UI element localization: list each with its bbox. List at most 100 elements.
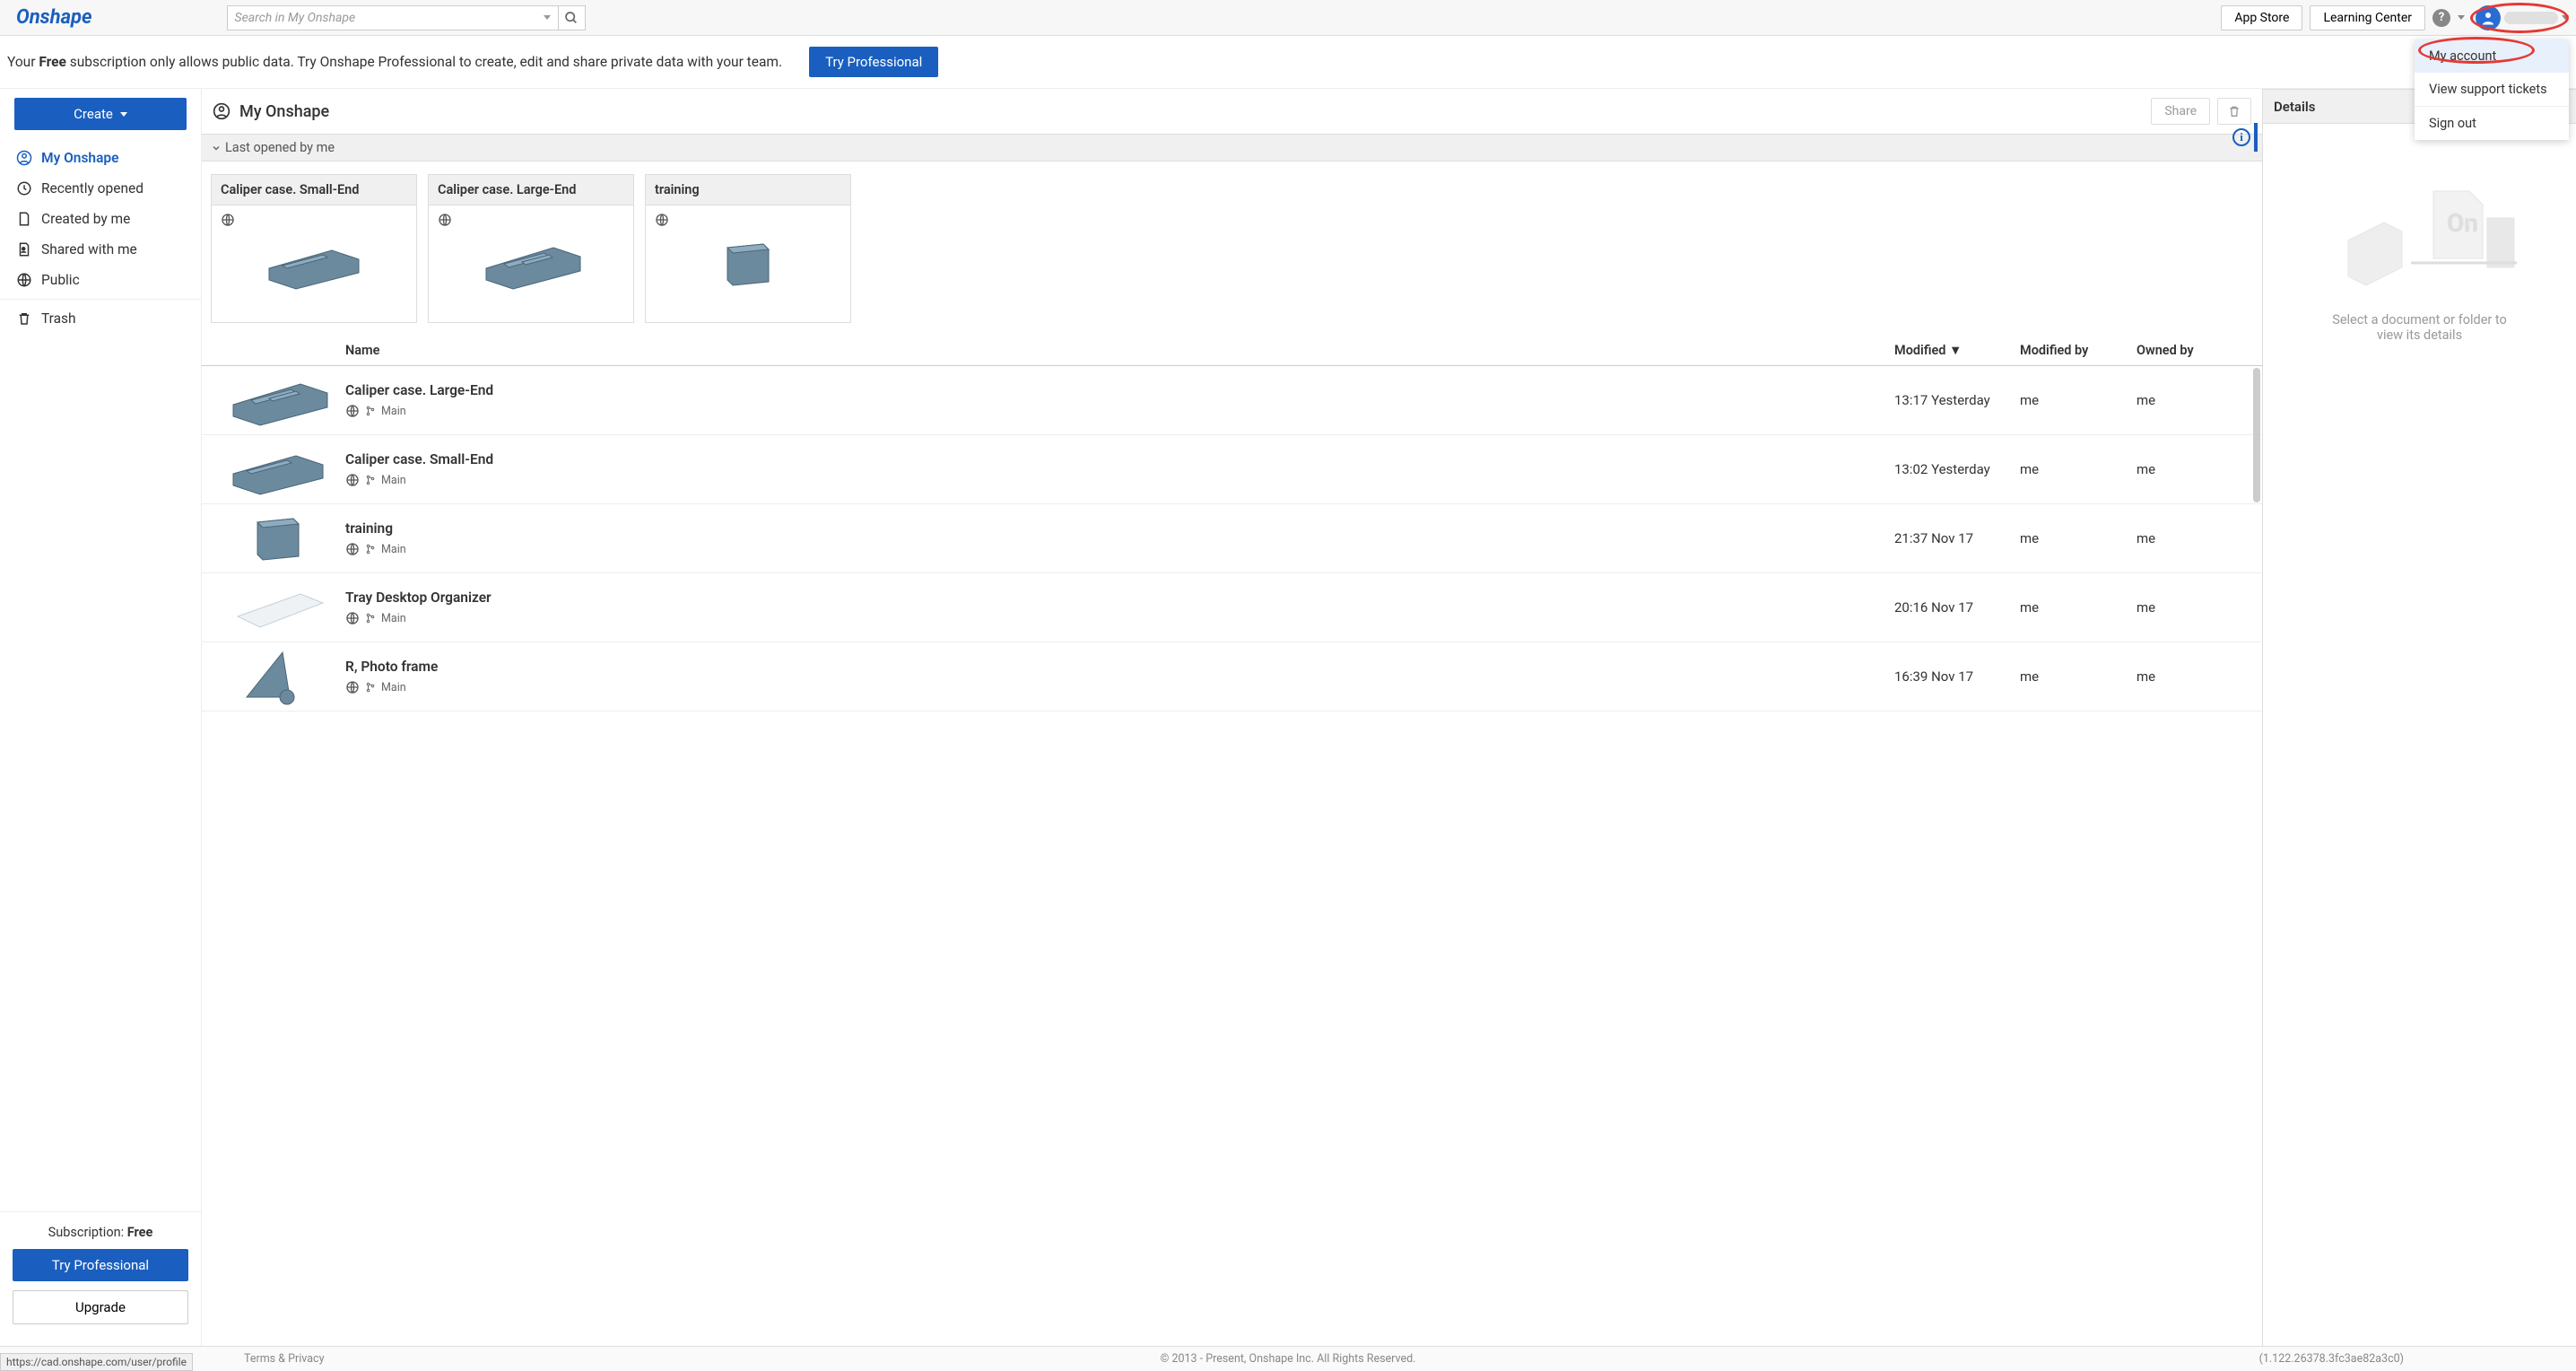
- user-dropdown-caret[interactable]: [2562, 15, 2569, 20]
- document-icon: [16, 211, 32, 227]
- branch-name: Main: [381, 681, 406, 694]
- globe-icon: [655, 213, 669, 227]
- document-card[interactable]: training: [645, 174, 851, 323]
- branch-icon: [365, 544, 376, 555]
- delete-button[interactable]: [2217, 98, 2251, 125]
- create-button[interactable]: Create: [14, 98, 187, 130]
- status-bar-url: https://cad.onshape.com/user/profile: [0, 1353, 193, 1371]
- sidebar: Create My Onshape Recently opened Create…: [0, 89, 202, 1346]
- username-placeholder: [2504, 12, 2558, 24]
- globe-icon: [345, 680, 360, 694]
- modified-by: me: [2020, 461, 2137, 477]
- nav-shared-with-me[interactable]: Shared with me: [0, 234, 201, 265]
- globe-icon: [345, 404, 360, 418]
- col-name[interactable]: Name: [345, 343, 1894, 358]
- nav-trash[interactable]: Trash: [0, 303, 201, 334]
- table-row[interactable]: Caliper case. Large-End Main 13:17 Yeste…: [202, 366, 2262, 435]
- sort-selector[interactable]: Last opened by me: [202, 134, 2262, 162]
- col-modified[interactable]: Modified ▼: [1894, 343, 2020, 358]
- search-input[interactable]: Search in My Onshape: [227, 5, 559, 31]
- footer-terms-link[interactable]: Terms & Privacy: [244, 1352, 325, 1366]
- modified-date: 20:16 Nov 17: [1894, 599, 2020, 616]
- modified-date: 21:37 Nov 17: [1894, 530, 2020, 546]
- user-dropdown-menu: My account View support tickets Sign out: [2415, 39, 2569, 140]
- modified-by: me: [2020, 668, 2137, 685]
- document-name: Caliper case. Small-End: [345, 451, 1894, 467]
- app-store-button[interactable]: App Store: [2221, 5, 2302, 31]
- scrollbar[interactable]: [2253, 368, 2260, 502]
- details-panel: i Details ✕ On Select a document or fold…: [2262, 89, 2576, 1346]
- owned-by: me: [2137, 392, 2253, 408]
- svg-text:On: On: [2447, 208, 2478, 238]
- footer-copyright: © 2013 - Present, Onshape Inc. All Right…: [1161, 1352, 1416, 1366]
- modified-date: 13:17 Yesterday: [1894, 392, 2020, 408]
- clock-icon: [16, 180, 32, 196]
- footer-version: (1.122.26378.3fc3ae82a3c0): [2259, 1352, 2404, 1366]
- document-card[interactable]: Caliper case. Large-End: [428, 174, 634, 323]
- globe-icon: [345, 611, 360, 625]
- document-name: R, Photo frame: [345, 659, 1894, 675]
- trash-icon: [2227, 104, 2241, 118]
- globe-icon: [438, 213, 452, 227]
- nav-my-onshape[interactable]: My Onshape: [0, 143, 201, 173]
- modified-by: me: [2020, 599, 2137, 616]
- table-row[interactable]: training Main 21:37 Nov 17 me me: [202, 504, 2262, 573]
- chevron-down-icon[interactable]: [544, 15, 551, 20]
- table-row[interactable]: Caliper case. Small-End Main 13:02 Yeste…: [202, 435, 2262, 504]
- help-icon[interactable]: ?: [2432, 9, 2450, 27]
- menu-my-account[interactable]: My account: [2415, 39, 2569, 73]
- nav-created-by-me[interactable]: Created by me: [0, 204, 201, 234]
- sidebar-try-professional-button[interactable]: Try Professional: [13, 1249, 188, 1281]
- modified-date: 16:39 Nov 17: [1894, 668, 2020, 685]
- details-title: Details: [2274, 99, 2315, 115]
- document-thumbnail: [211, 442, 345, 496]
- info-tab-indicator: [2254, 123, 2258, 152]
- try-professional-button[interactable]: Try Professional: [809, 47, 938, 77]
- branch-name: Main: [381, 612, 406, 625]
- branch-name: Main: [381, 405, 406, 418]
- owned-by: me: [2137, 599, 2253, 616]
- globe-icon: [345, 473, 360, 487]
- card-title: Caliper case. Small-End: [212, 175, 416, 205]
- chevron-down-icon: [211, 143, 222, 153]
- search-button[interactable]: [559, 5, 586, 31]
- footer: https://cad.onshape.com/user/profile © 2…: [0, 1346, 2576, 1371]
- branch-name: Main: [381, 543, 406, 556]
- subscription-banner: Your Free subscription only allows publi…: [0, 36, 2576, 89]
- branch-icon: [365, 682, 376, 693]
- banner-text: Your Free subscription only allows publi…: [7, 54, 782, 70]
- share-button[interactable]: Share: [2151, 98, 2210, 125]
- modified-date: 13:02 Yesterday: [1894, 461, 2020, 477]
- user-avatar[interactable]: [2476, 5, 2501, 31]
- content-area: My Onshape Share Last opened by me Calip…: [202, 89, 2262, 1346]
- table-row[interactable]: R, Photo frame Main 16:39 Nov 17 me me: [202, 642, 2262, 712]
- document-name: Caliper case. Large-End: [345, 382, 1894, 398]
- col-owned-by[interactable]: Owned by: [2137, 343, 2253, 358]
- person-icon: [2480, 10, 2496, 26]
- modified-by: me: [2020, 392, 2137, 408]
- chevron-down-icon: [120, 112, 127, 117]
- learning-center-button[interactable]: Learning Center: [2310, 5, 2425, 31]
- document-thumbnail: [211, 581, 345, 634]
- globe-icon: [345, 542, 360, 556]
- menu-support-tickets[interactable]: View support tickets: [2415, 73, 2569, 106]
- onshape-logo[interactable]: Onshape: [7, 6, 101, 29]
- person-icon: [213, 102, 231, 120]
- person-icon: [16, 150, 32, 166]
- branch-name: Main: [381, 474, 406, 487]
- info-icon[interactable]: i: [2232, 128, 2250, 146]
- col-modified-by[interactable]: Modified by: [2020, 343, 2137, 358]
- branch-icon: [365, 613, 376, 624]
- card-title: Caliper case. Large-End: [429, 175, 633, 205]
- table-header: Name Modified ▼ Modified by Owned by: [202, 336, 2262, 366]
- nav-recently-opened[interactable]: Recently opened: [0, 173, 201, 204]
- document-card[interactable]: Caliper case. Small-End: [211, 174, 417, 323]
- table-row[interactable]: Tray Desktop Organizer Main 20:16 Nov 17…: [202, 573, 2262, 642]
- globe-icon: [16, 272, 32, 288]
- help-dropdown-caret[interactable]: [2458, 15, 2465, 20]
- top-header: Onshape Search in My Onshape App Store L…: [0, 0, 2576, 36]
- nav-public[interactable]: Public: [0, 265, 201, 295]
- document-thumbnail: [211, 511, 345, 565]
- sidebar-upgrade-button[interactable]: Upgrade: [13, 1290, 188, 1324]
- menu-sign-out[interactable]: Sign out: [2415, 106, 2569, 140]
